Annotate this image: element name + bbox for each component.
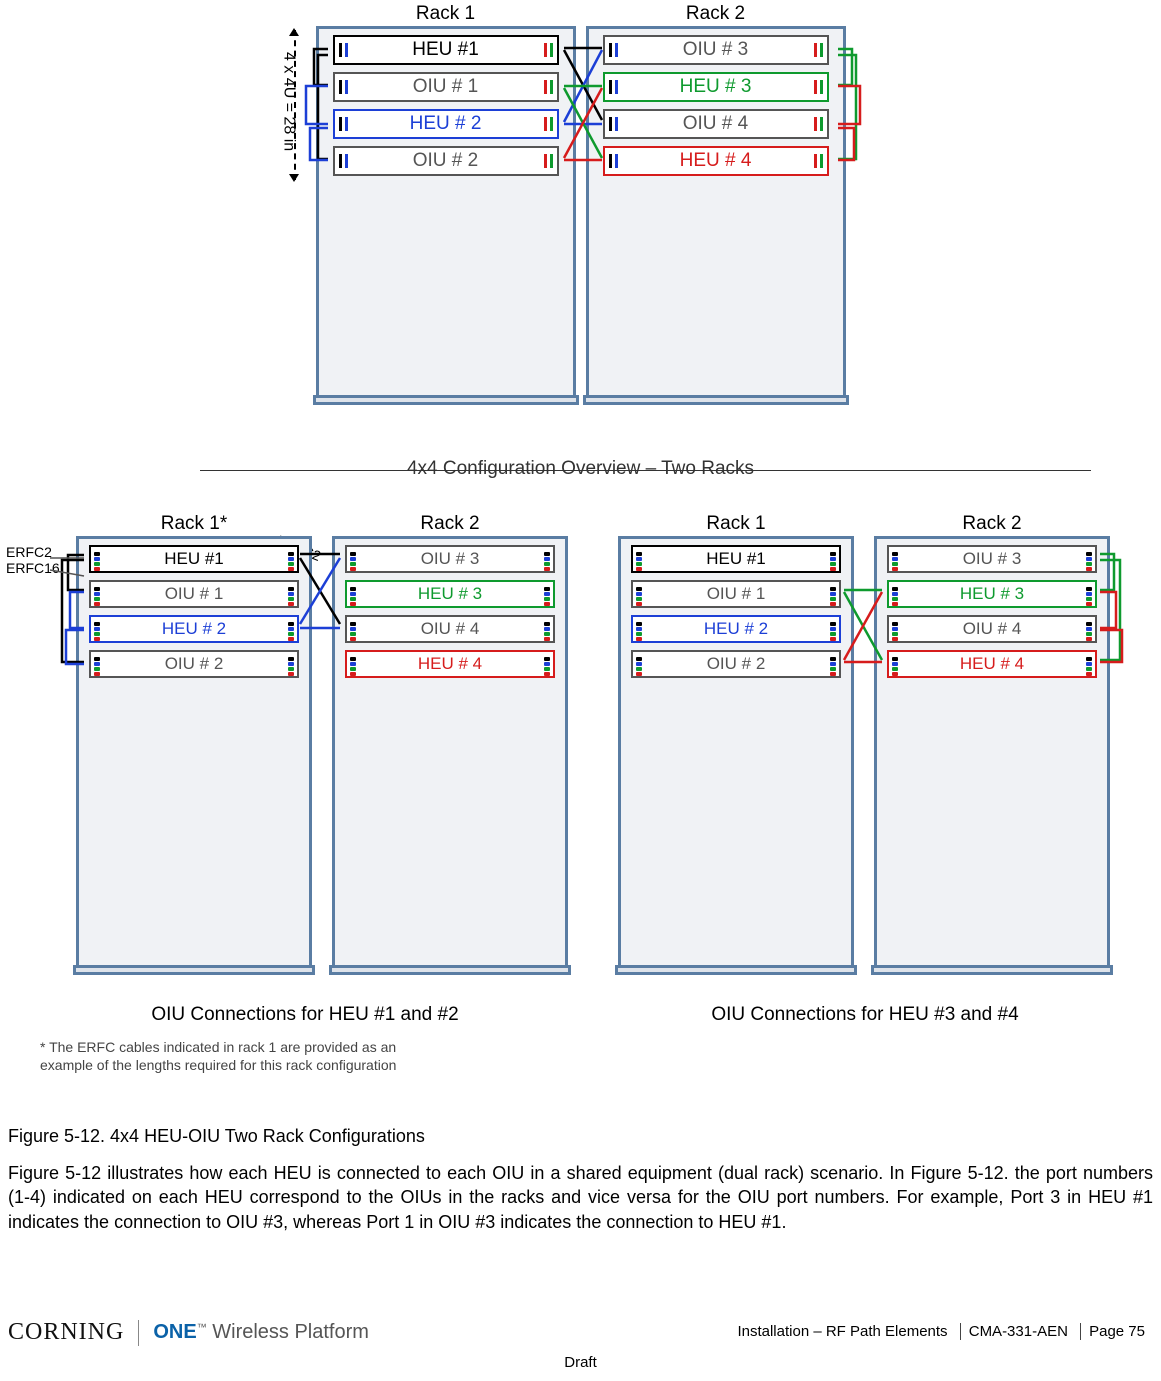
rack-2-heu12-title: Rack 2 [335,513,565,535]
rack-2-heu12: Rack 2 OIU # 3HEU # 3OIU # 4HEU # 4 [332,536,568,970]
dimension-bracket: 4 x 4U = 28 in [284,30,308,180]
footer-draft: Draft [564,1354,597,1371]
erfc-label-b: ERFC16 [6,560,60,576]
rack-unit: OIU # 1 [89,580,299,608]
rack-1-top-title: Rack 1 [319,3,573,25]
page-footer: CORNING ONE™ Wireless Platform Installat… [8,1319,1153,1365]
rack-unit: HEU #1 [333,35,559,65]
rack-1-heu12-title: Rack 1* [79,513,309,535]
footer-section: Installation – RF Path Elements [729,1323,955,1340]
rack-1-heu12: Rack 1* HEU #1OIU # 1HEU # 2OIU # 2 [76,536,312,970]
rack-unit: HEU # 3 [887,580,1097,608]
figure-title: Figure 5-12. 4x4 HEU-OIU Two Rack Config… [8,1126,1153,1147]
rack-unit: HEU # 3 [603,72,829,102]
top-figure-caption: 4x4 Configuration Overview – Two Racks [256,458,906,480]
platform-tm: ™ [197,1322,207,1333]
platform-rest: Wireless Platform [207,1321,369,1343]
rack-2-heu34: Rack 2 OIU # 3HEU # 3OIU # 4HEU # 4 [874,536,1110,970]
figure-heu34: Rack 1 HEU #1 OIU # 1 HEU # 2 OIU # 2 Rack … [600,500,1130,1060]
brand-separator [138,1320,139,1346]
rack-unit: OIU # 3 [887,545,1097,573]
rack-unit: HEU # 4 [345,650,555,678]
rack-unit: HEU # 3 [345,580,555,608]
rack-unit: HEU # 4 [603,146,829,176]
rack-unit: HEU # 2 [89,615,299,643]
rack-unit: OIU # 2 [89,650,299,678]
rack-2-heu34-title: Rack 2 [877,513,1107,535]
rack-unit: OIU # 2 [631,650,841,678]
rack-unit: HEU # 2 [631,615,841,643]
rack-1-heu34-title: Rack 1 [621,513,851,535]
rack-2-top-title: Rack 2 [589,3,843,25]
erfc-label-a: ERFC2 [6,544,52,560]
rack-1-top: Rack 1 HEU #1OIU # 1HEU # 2OIU # 2 [316,26,576,400]
dimension-label: 4 x 4U = 28 in [280,52,298,151]
rack-unit: OIU # 4 [603,109,829,139]
footer-docnum: CMA-331-AEN [960,1323,1076,1340]
rack-2-top: Rack 2 OIU # 3HEU # 3OIU # 4HEU # 4 [586,26,846,400]
rack-unit: OIU # 3 [603,35,829,65]
rack-unit: HEU #1 [89,545,299,573]
brand-logo: CORNING [8,1319,124,1346]
erfc-footnote: * The ERFC cables indicated in rack 1 ar… [40,1039,410,1074]
divider-line [200,470,1091,471]
rack-unit: OIU # 3 [345,545,555,573]
heu34-caption: OIU Connections for HEU #3 and #4 [600,1004,1130,1026]
rack-unit: OIU # 4 [345,615,555,643]
rack-unit: OIU # 4 [887,615,1097,643]
rack-unit: HEU # 2 [333,109,559,139]
rack-unit: OIU # 1 [631,580,841,608]
platform-name: ONE™ Wireless Platform [153,1321,369,1344]
platform-accent: ONE [153,1321,196,1343]
rack-1-heu34: Rack 1 HEU #1OIU # 1HEU # 2OIU # 2 [618,536,854,970]
rack-unit: HEU #1 [631,545,841,573]
body-paragraph: Figure 5-12 illustrates how each HEU is … [8,1161,1153,1234]
rack-unit: OIU # 2 [333,146,559,176]
heu12-caption: OIU Connections for HEU #1 and #2 [40,1004,570,1026]
rack-unit: HEU # 4 [887,650,1097,678]
figure-heu12: ERFC2 ERFC16 ERFC2 Rack 1* HEU #1OIU # 1… [40,500,570,1060]
rack-unit: OIU # 1 [333,72,559,102]
footer-page: Page 75 [1080,1323,1153,1340]
figure-top-overview: 4 x 4U = 28 in Rack 1 HEU #1 OIU # 1 HEU #… [256,0,906,440]
